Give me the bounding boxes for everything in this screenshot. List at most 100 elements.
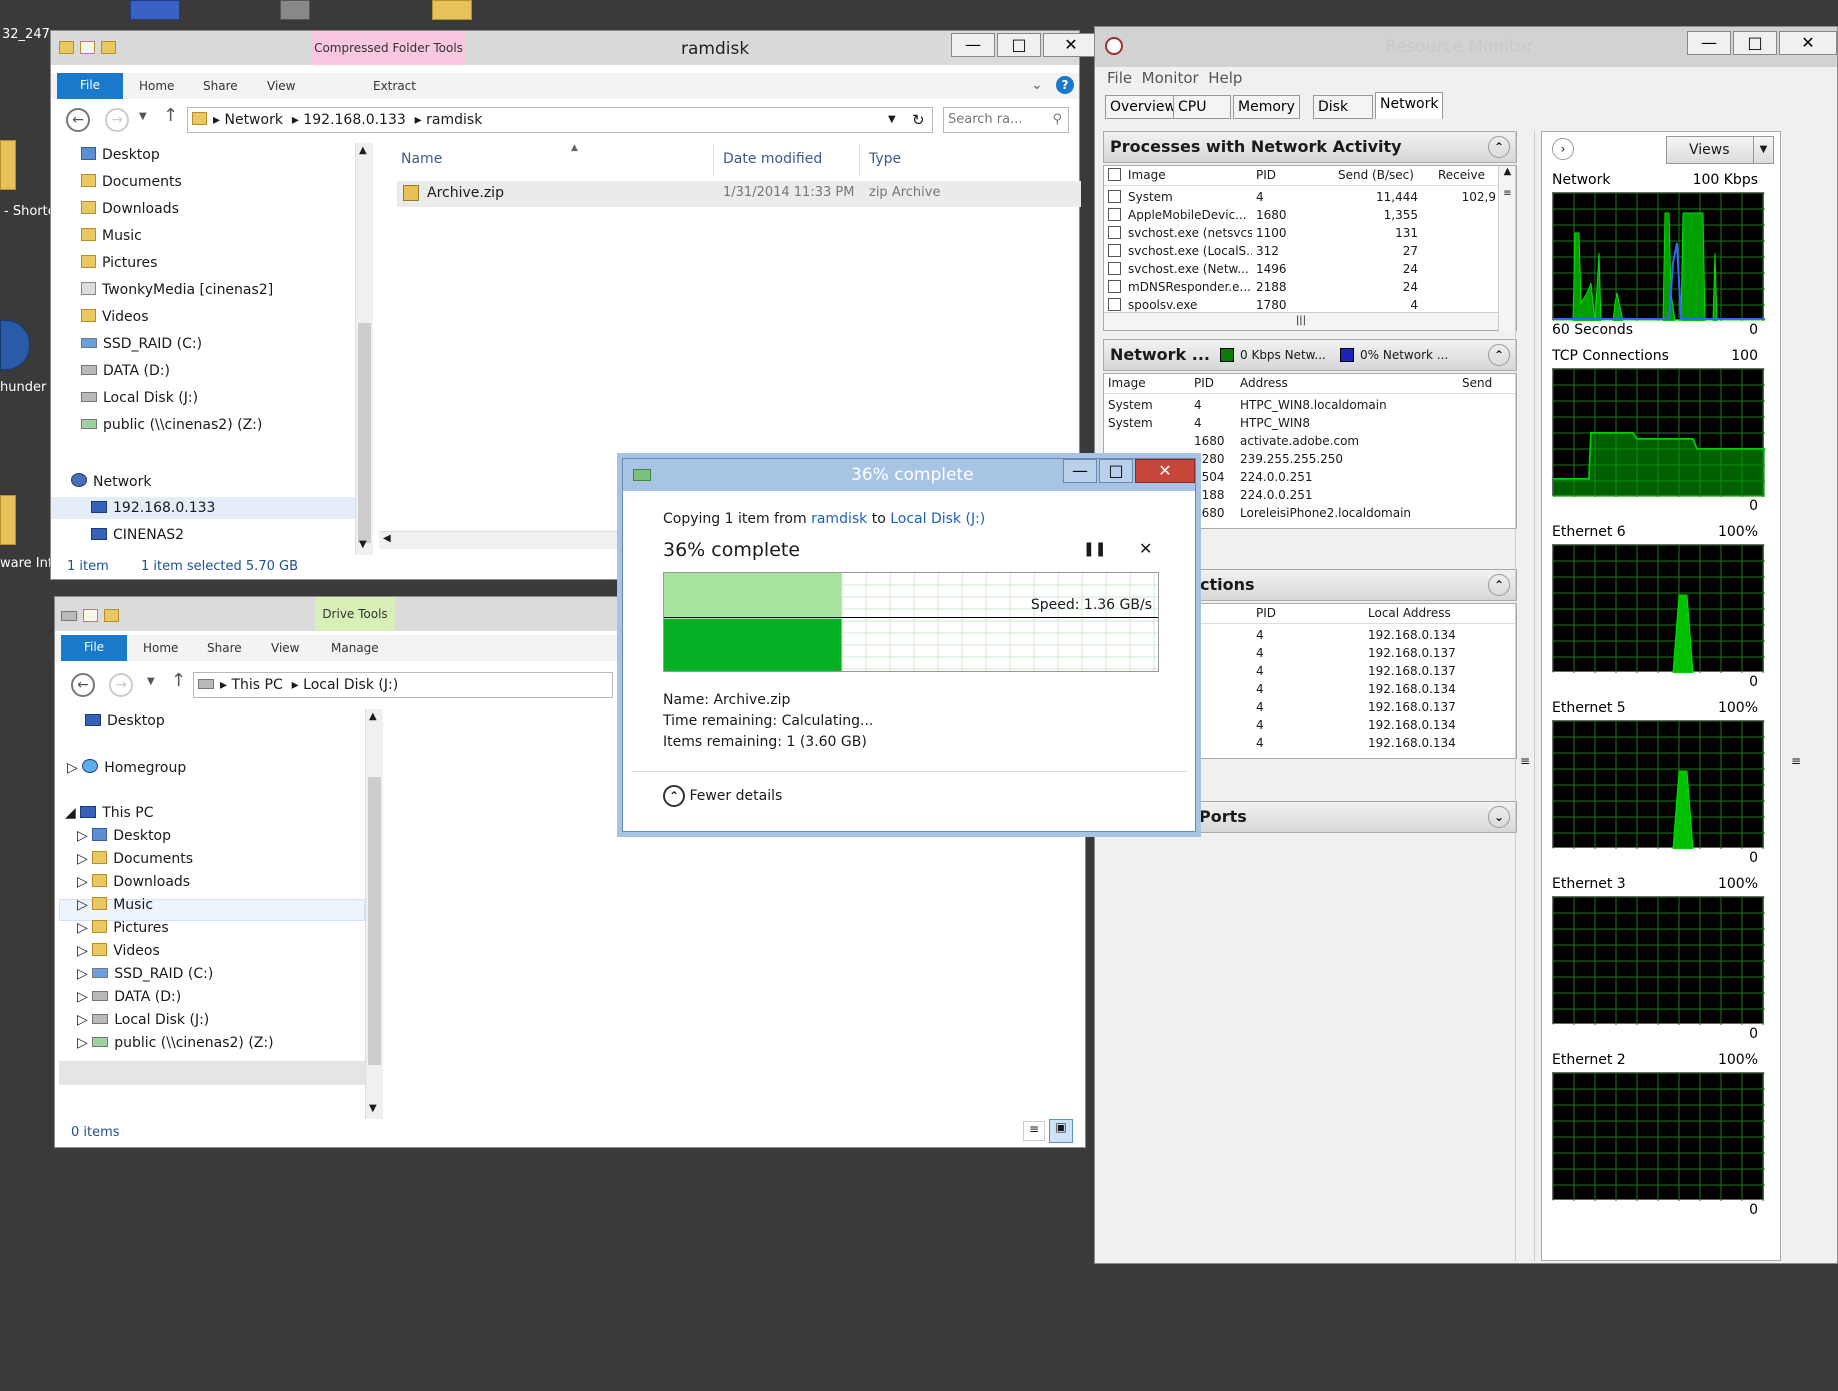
search-input[interactable]: Search ra... ⚲ — [943, 107, 1069, 133]
column-local-address[interactable]: Local Address — [1368, 606, 1451, 620]
toggle-pane-icon[interactable]: › — [1552, 138, 1574, 160]
address-bar[interactable]: ▸ Network ▸ 192.168.0.133 ▸ ramdisk ▼ ↻ — [187, 107, 933, 133]
column-pid[interactable]: PID — [1194, 376, 1214, 390]
tab-network[interactable]: Network — [1375, 92, 1444, 119]
nav-item-d-drive[interactable]: ▷ DATA (D:) — [77, 989, 181, 1005]
expand-ribbon-icon[interactable]: ⌄ — [1031, 77, 1043, 93]
destination-link[interactable]: Local Disk (J:) — [890, 511, 985, 527]
scroll-left-icon[interactable]: ◀ — [383, 533, 391, 544]
thunderbird-icon[interactable] — [0, 320, 30, 370]
tab-disk[interactable]: Disk — [1313, 95, 1373, 119]
tab-extract[interactable]: Extract — [373, 79, 416, 93]
network-header[interactable]: Network ... 0 Kbps Netw... 0% Network ..… — [1103, 339, 1517, 371]
minimize-button[interactable]: — — [1063, 459, 1097, 483]
select-all-checkbox[interactable] — [1108, 168, 1121, 181]
nav-item-this-pc[interactable]: ◢ This PC — [65, 805, 154, 821]
table-row[interactable]: svchost.exe (netsvcs) 1100 131 — [1104, 224, 1516, 242]
recent-locations-icon[interactable]: ▼ — [147, 676, 155, 687]
scroll-up-icon[interactable]: ▲ — [359, 145, 367, 156]
nav-item-c-drive[interactable]: ▷ SSD_RAID (C:) — [77, 966, 213, 982]
table-row[interactable]: System 4 11,444 102,9 — [1104, 188, 1516, 206]
column-address[interactable]: Address — [1240, 376, 1288, 390]
nav-item-documents[interactable]: ▷ Documents — [77, 851, 193, 867]
back-button[interactable]: ← — [66, 108, 90, 132]
minimize-button[interactable]: — — [1687, 31, 1731, 55]
scroll-up-icon[interactable]: ▲ — [369, 711, 377, 722]
collapse-icon[interactable]: ⌃ — [1488, 344, 1510, 366]
desktop-folder-icon[interactable] — [0, 495, 16, 545]
fewer-details-button[interactable]: ⌃ Fewer details — [663, 785, 782, 807]
large-icons-view-icon[interactable]: ▣ — [1049, 1119, 1073, 1143]
nav-item-j-drive[interactable]: ▷ Local Disk (J:) — [77, 1012, 209, 1028]
nav-item-cinenas2[interactable]: CINENAS2 — [91, 527, 184, 543]
scroll-thumb[interactable] — [358, 323, 371, 543]
process-checkbox[interactable] — [1108, 226, 1121, 239]
nav-item-pictures[interactable]: ▷ Pictures — [77, 920, 169, 936]
breadcrumb-ramdisk[interactable]: ramdisk — [426, 112, 482, 128]
desktop-icon-3[interactable] — [432, 0, 472, 20]
nav-item-desktop-2[interactable]: ▷ Desktop — [77, 828, 171, 844]
nav-item-desktop[interactable]: Desktop — [85, 713, 165, 729]
table-row[interactable]: svchost.exe (Netw... 1496 24 — [1104, 260, 1516, 278]
table-row[interactable]: mDNSResponder.e... 2188 24 — [1104, 278, 1516, 296]
forward-button[interactable]: → — [109, 673, 133, 697]
tab-memory[interactable]: Memory — [1233, 95, 1300, 119]
nav-item-music[interactable]: ▷ Music — [77, 897, 153, 913]
tab-overview[interactable]: Overview — [1105, 95, 1181, 119]
maximize-button[interactable]: □ — [1099, 459, 1133, 483]
breadcrumb-network[interactable]: Network — [224, 112, 282, 128]
nav-item-c-drive[interactable]: SSD_RAID (C:) — [81, 336, 202, 352]
quick-access-toolbar[interactable] — [59, 41, 179, 57]
table-row[interactable]: System 4 HTPC_WIN8 — [1104, 414, 1516, 432]
nav-item-twonky[interactable]: TwonkyMedia [cinenas2] — [81, 282, 273, 298]
forward-button[interactable]: → — [105, 108, 129, 132]
refresh-icon[interactable]: ↻ — [912, 108, 925, 132]
tab-view[interactable]: View — [267, 79, 295, 93]
close-button[interactable]: ✕ — [1043, 33, 1099, 57]
v-scrollbar[interactable]: ▲ ≡ — [1498, 166, 1516, 332]
maximize-button[interactable]: □ — [1733, 31, 1777, 55]
minimize-button[interactable]: — — [951, 33, 995, 57]
column-image[interactable]: Image — [1108, 376, 1146, 390]
recent-locations-icon[interactable]: ▼ — [139, 111, 147, 122]
views-button[interactable]: Views ▼ — [1666, 136, 1774, 164]
close-button[interactable]: ✕ — [1779, 31, 1837, 55]
nav-scrollbar[interactable]: ▲ ▼ — [355, 143, 373, 555]
desktop-icon-2[interactable] — [280, 0, 310, 20]
process-checkbox[interactable] — [1108, 298, 1121, 311]
nav-item-documents[interactable]: Documents — [81, 174, 182, 190]
nav-item-network[interactable]: Network — [71, 473, 151, 490]
tab-view[interactable]: View — [271, 641, 299, 655]
column-pid[interactable]: PID — [1256, 168, 1276, 182]
tab-share[interactable]: Share — [203, 79, 238, 93]
up-button[interactable]: ↑ — [163, 105, 178, 126]
process-checkbox[interactable] — [1108, 244, 1121, 257]
tab-drive-tools[interactable]: Drive Tools — [315, 597, 395, 631]
nav-item-z-drive[interactable]: public (\\cinenas2) (Z:) — [81, 417, 262, 433]
desktop-folder-icon[interactable] — [0, 140, 16, 190]
h-scrollbar[interactable]: ||| — [1104, 312, 1498, 330]
tab-manage[interactable]: Manage — [331, 641, 379, 655]
nav-item-homegroup[interactable]: ▷ Homegroup — [67, 759, 186, 776]
title-bar[interactable]: Compressed Folder Tools ramdisk — □ ✕ — [51, 31, 1099, 65]
nav-item-pictures[interactable]: Pictures — [81, 255, 157, 271]
tab-file[interactable]: File — [61, 635, 127, 661]
nav-item-music[interactable]: Music — [81, 228, 142, 244]
column-send[interactable]: Send (B/sec) — [1338, 168, 1414, 182]
scroll-down-icon[interactable]: ▼ — [369, 1103, 377, 1114]
nav-item-videos[interactable]: ▷ Videos — [77, 943, 160, 959]
title-bar[interactable]: Resource Monitor — □ ✕ — [1095, 27, 1837, 67]
process-checkbox[interactable] — [1108, 208, 1121, 221]
process-checkbox[interactable] — [1108, 190, 1121, 203]
file-row[interactable]: Archive.zip 1/31/2014 11:33 PM zip Archi… — [397, 181, 1081, 207]
tab-cpu[interactable]: CPU — [1173, 95, 1231, 119]
menu-monitor[interactable]: Monitor — [1142, 69, 1199, 87]
right-splitter[interactable]: ≡ — [1785, 131, 1807, 1261]
breadcrumb-this-pc[interactable]: This PC — [231, 677, 282, 693]
nav-item-videos[interactable]: Videos — [81, 309, 149, 325]
collapse-icon[interactable]: ⌃ — [1488, 136, 1510, 158]
desktop-icon-1[interactable] — [130, 0, 180, 20]
scroll-down-icon[interactable]: ▼ — [359, 539, 367, 550]
processes-header[interactable]: Processes with Network Activity ⌃ — [1103, 131, 1517, 163]
table-row[interactable]: 1680 activate.adobe.com — [1104, 432, 1516, 450]
